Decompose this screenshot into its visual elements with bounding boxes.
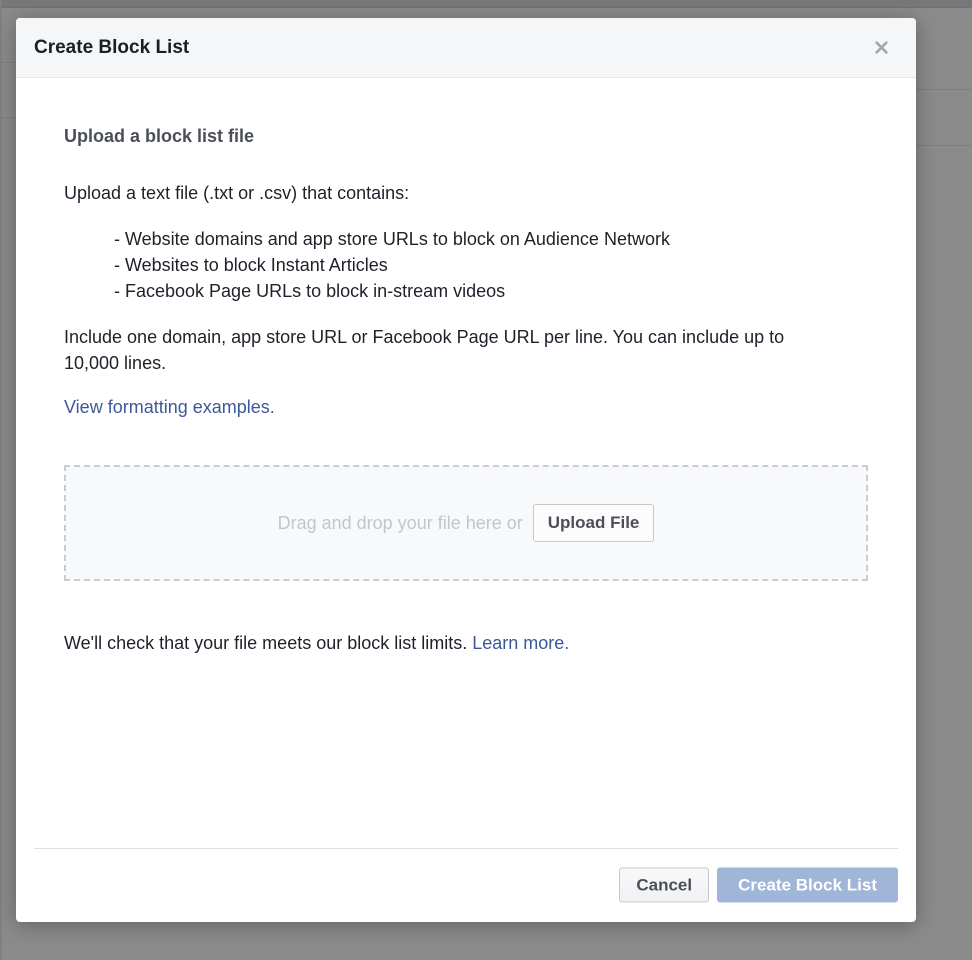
bullet-item: - Website domains and app store URLs to … [114, 226, 868, 252]
dimmed-page-row-line [0, 117, 16, 118]
footer-note-text: We'll check that your file meets our blo… [64, 633, 467, 653]
dimmed-page-row-line [916, 89, 972, 90]
intro-text: Upload a text file (.txt or .csv) that c… [64, 181, 868, 205]
create-block-list-modal: Create Block List Upload a block list fi… [16, 18, 916, 922]
modal-footer: Cancel Create Block List [16, 848, 916, 922]
formatting-link-row: View formatting examples. [64, 395, 868, 421]
dimmed-page-left-edge [0, 0, 2, 960]
limits-paragraph: Include one domain, app store URL or Fac… [64, 324, 824, 376]
file-dropzone[interactable]: Drag and drop your file here or Upload F… [64, 465, 868, 581]
modal-title: Create Block List [34, 37, 189, 59]
upload-file-button[interactable]: Upload File [533, 504, 655, 542]
footer-buttons: Cancel Create Block List [619, 868, 898, 903]
modal-body: Upload a block list file Upload a text f… [16, 78, 916, 656]
section-heading: Upload a block list file [64, 125, 868, 147]
view-formatting-examples-link[interactable]: View formatting examples. [64, 397, 275, 417]
bullet-item: - Facebook Page URLs to block in-stream … [114, 278, 868, 304]
footer-divider [34, 848, 898, 849]
footer-note-row: We'll check that your file meets our blo… [64, 630, 868, 656]
bullet-item: - Websites to block Instant Articles [114, 252, 868, 278]
dimmed-page-row-line [916, 145, 972, 146]
dimmed-page-row-line [0, 62, 16, 63]
modal-header: Create Block List [16, 18, 916, 78]
dropzone-prompt: Drag and drop your file here or [278, 513, 523, 534]
dimmed-page-header [0, 0, 972, 8]
bullet-list: - Website domains and app store URLs to … [64, 226, 868, 304]
create-block-list-button[interactable]: Create Block List [717, 868, 898, 903]
close-button[interactable] [870, 37, 892, 59]
cancel-button[interactable]: Cancel [619, 868, 709, 903]
learn-more-link[interactable]: Learn more. [472, 633, 569, 653]
close-icon [874, 40, 889, 55]
